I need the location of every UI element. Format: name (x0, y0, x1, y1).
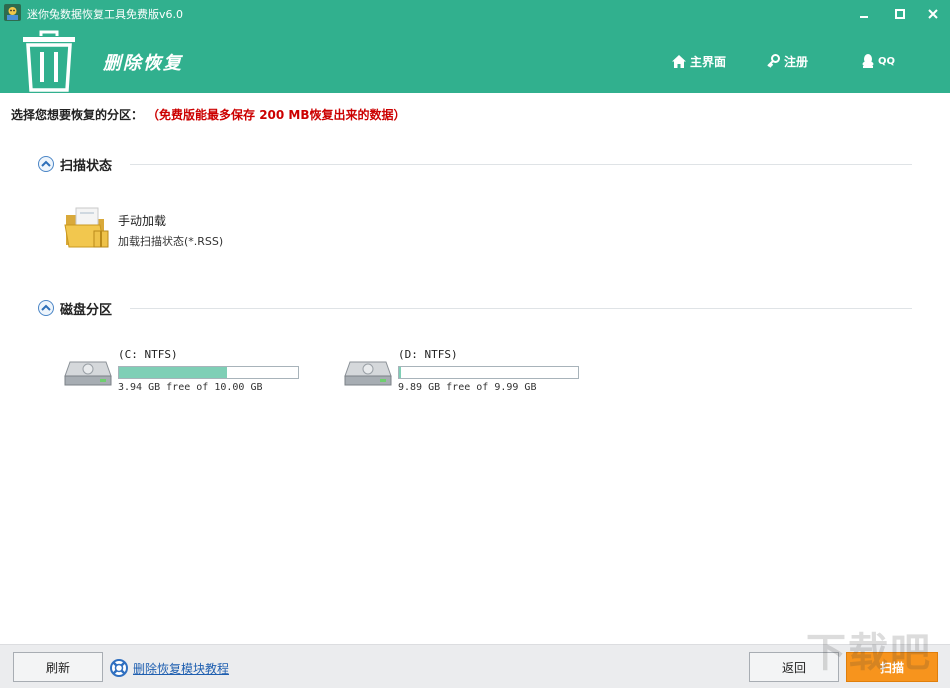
trash-icon (23, 30, 75, 92)
drive-usage-bar (118, 366, 299, 379)
nav-qq-label: QQ (878, 55, 896, 67)
folder-icon (64, 207, 109, 248)
maximize-icon (895, 9, 905, 19)
footer-bar: 刷新 删除恢复模块教程 返回 扫描 (0, 644, 950, 688)
tutorial-link-label: 删除恢复模块教程 (133, 661, 230, 676)
partition-prompt: 选择您想要恢复的分区： （免费版能最多保存 200 MB恢复出来的数据） (11, 106, 406, 123)
module-title: 删除恢复 (103, 53, 183, 74)
drive-free-space: 9.89 GB free of 9.99 GB (398, 382, 537, 393)
manual-load-item[interactable]: 手动加载 加载扫描状态(*.RSS) (64, 205, 264, 251)
manual-load-subtitle: 加载扫描状态(*.RSS) (118, 235, 224, 248)
home-icon (672, 54, 686, 68)
drive-free-space: 3.94 GB free of 10.00 GB (118, 382, 263, 393)
scan-status-title: 扫描状态 (60, 158, 113, 174)
drive-usage-fill (399, 367, 401, 378)
drive-usage-bar (398, 366, 579, 379)
drive-name: (C: NTFS) (118, 348, 178, 361)
window-title: 迷你兔数据恢复工具免费版v6.0 (27, 8, 184, 21)
nav-home-label: 主界面 (690, 54, 727, 69)
nav-register[interactable]: 注册 (767, 53, 808, 69)
tutorial-link[interactable]: 删除恢复模块教程 (110, 659, 229, 677)
nav-qq[interactable]: QQ (862, 53, 895, 69)
close-button[interactable] (922, 4, 944, 24)
drive-c-item[interactable]: (C: NTFS) 3.94 GB free of 10.00 GB (64, 346, 304, 396)
scan-status-collapse-button[interactable] (38, 156, 54, 172)
hard-drive-icon (64, 361, 112, 386)
disk-partition-collapse-button[interactable] (38, 300, 54, 316)
disk-partition-title: 磁盘分区 (60, 302, 113, 318)
app-window: 迷你兔数据恢复工具免费版v6.0 删除恢复 主界面 注册 QQ 选择您想要恢复的… (0, 0, 950, 688)
app-logo-icon (4, 4, 21, 21)
prompt-label: 选择您想要恢复的分区： (11, 108, 144, 122)
scan-button[interactable]: 扫描 (846, 652, 938, 682)
minimize-icon (860, 16, 868, 18)
scan-status-section-header: 扫描状态 (38, 155, 912, 174)
chevron-up-icon (41, 304, 51, 311)
minimize-button[interactable] (853, 4, 875, 24)
manual-load-title: 手动加载 (118, 214, 167, 228)
nav-home[interactable]: 主界面 (672, 53, 726, 69)
drive-usage-fill (119, 367, 228, 378)
close-icon (928, 9, 938, 19)
maximize-button[interactable] (889, 4, 911, 24)
lifebuoy-icon (110, 659, 128, 677)
drive-d-item[interactable]: (D: NTFS) 9.89 GB free of 9.99 GB (344, 346, 584, 396)
nav-register-label: 注册 (784, 54, 809, 69)
key-icon (767, 54, 780, 68)
qq-penguin-icon (862, 54, 874, 68)
hard-drive-icon (344, 361, 392, 386)
header-bar: 迷你兔数据恢复工具免费版v6.0 删除恢复 主界面 注册 QQ (0, 0, 950, 93)
free-limit-note: （免费版能最多保存 200 MB恢复出来的数据） (153, 108, 406, 122)
back-button[interactable]: 返回 (749, 652, 839, 682)
section-divider (130, 163, 912, 165)
drive-name: (D: NTFS) (398, 348, 458, 361)
refresh-button[interactable]: 刷新 (13, 652, 103, 682)
section-divider (130, 307, 912, 309)
chevron-up-icon (41, 160, 51, 167)
disk-partition-section-header: 磁盘分区 (38, 299, 912, 318)
